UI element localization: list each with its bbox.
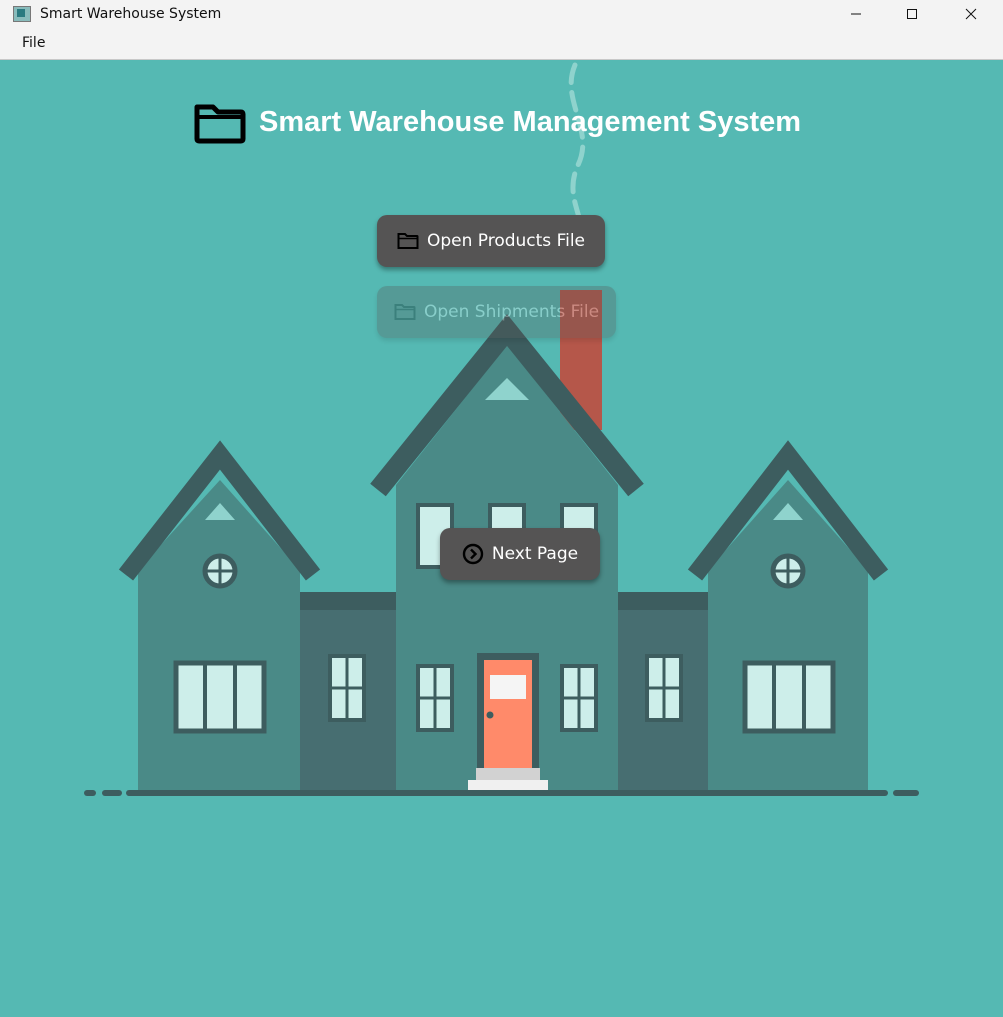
close-button[interactable] bbox=[948, 0, 994, 28]
folder-icon bbox=[194, 104, 246, 143]
chevron-right-circle-icon bbox=[462, 543, 484, 565]
menu-bar: File bbox=[0, 28, 1003, 60]
folder-icon bbox=[397, 232, 419, 250]
app-icon bbox=[13, 6, 31, 22]
menu-file[interactable]: File bbox=[22, 35, 45, 51]
open-shipments-button[interactable]: Open Shipments File bbox=[377, 286, 616, 338]
window-title: Smart Warehouse System bbox=[40, 6, 222, 22]
next-page-button[interactable]: Next Page bbox=[440, 528, 600, 580]
open-products-label: Open Products File bbox=[426, 231, 586, 251]
page-header: Smart Warehouse Management System bbox=[193, 100, 801, 145]
close-icon bbox=[965, 8, 977, 20]
minimize-icon bbox=[851, 13, 861, 15]
open-products-button[interactable]: Open Products File bbox=[377, 215, 605, 267]
maximize-icon bbox=[907, 9, 917, 19]
folder-icon bbox=[394, 303, 416, 321]
main-content: Smart Warehouse Management System Open P… bbox=[0, 60, 1003, 1017]
page-title: Smart Warehouse Management System bbox=[259, 106, 802, 138]
maximize-button[interactable] bbox=[889, 0, 935, 28]
minimize-button[interactable] bbox=[833, 0, 879, 28]
open-shipments-label: Open Shipments File bbox=[423, 302, 600, 322]
title-bar: Smart Warehouse System bbox=[0, 0, 1003, 28]
next-page-label: Next Page bbox=[491, 544, 579, 564]
